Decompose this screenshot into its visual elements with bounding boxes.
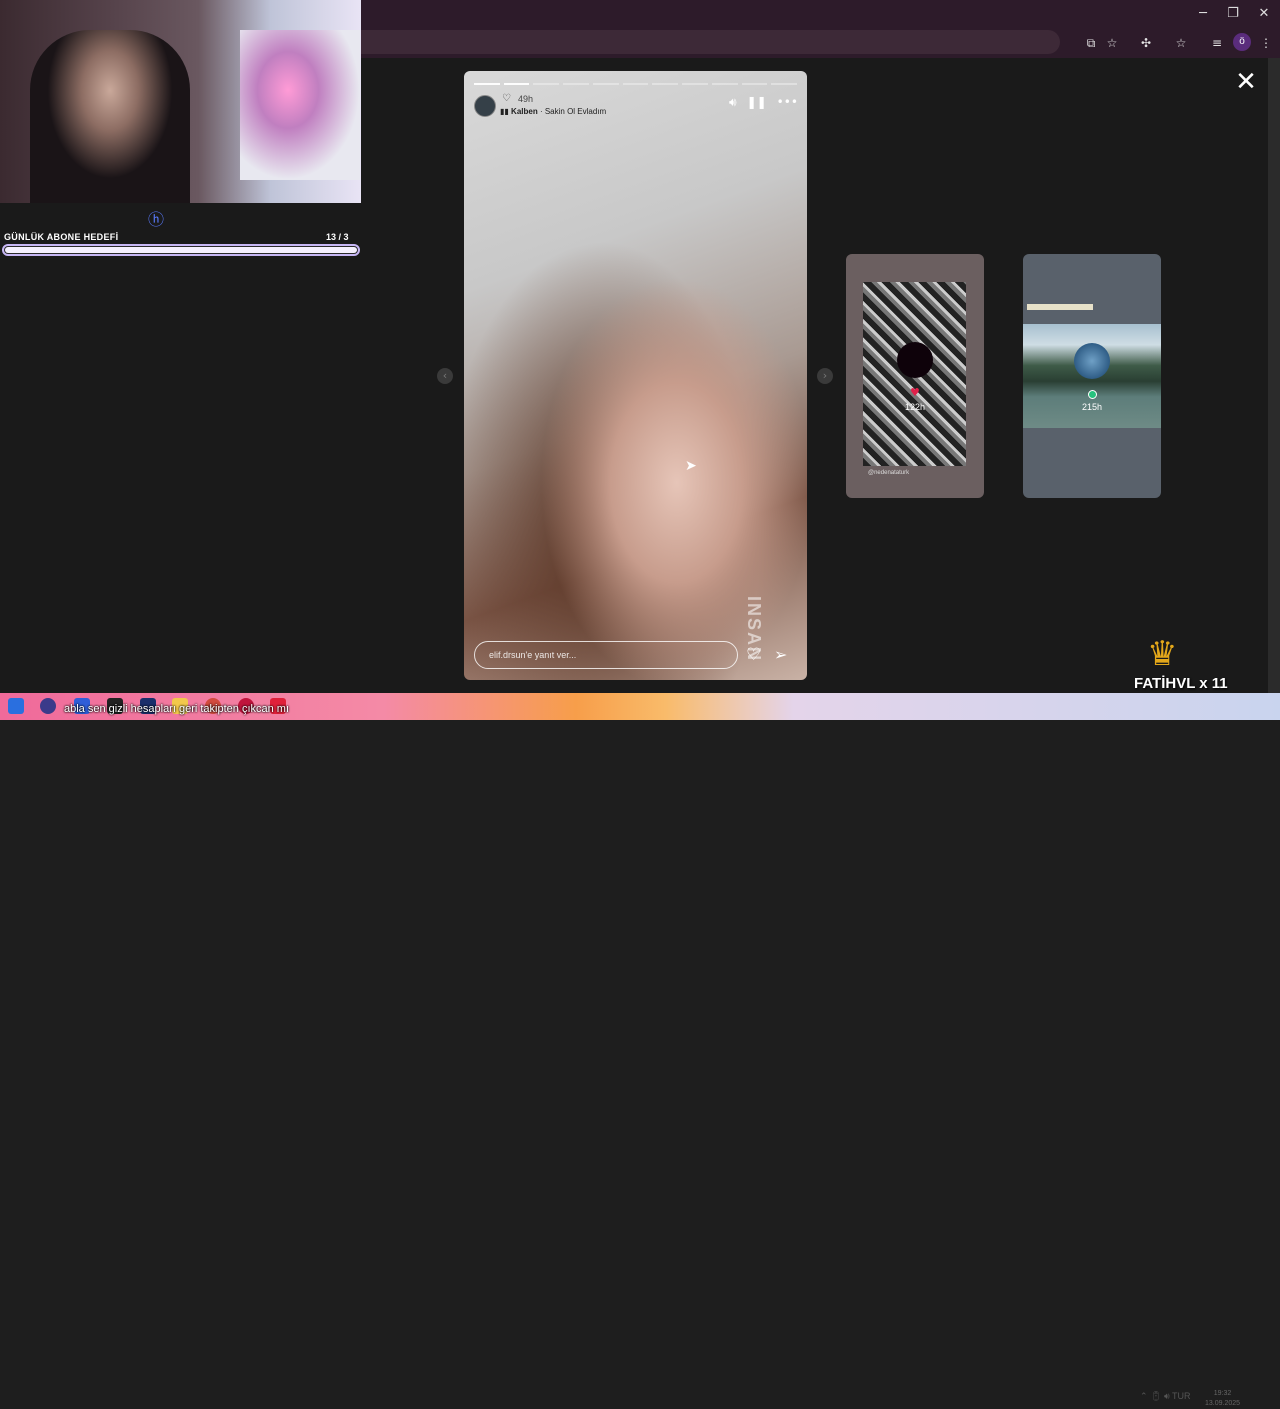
story-progress-segment [771, 83, 798, 85]
preview-banner [1027, 304, 1093, 310]
story-progress-bar [474, 83, 798, 85]
story-progress-segment [682, 83, 708, 85]
system-clock[interactable]: 19:32 13.09.2025 [1205, 1389, 1240, 1409]
profile-avatar[interactable]: ö [1233, 33, 1251, 51]
story-progress-segment [592, 83, 619, 85]
minimize-button[interactable]: ─ [1188, 4, 1218, 24]
story-author-avatar[interactable] [474, 95, 496, 117]
scrollbar[interactable] [1268, 58, 1280, 693]
webcam-background-pc [240, 30, 360, 180]
tray-language: TUR [1171, 1391, 1191, 1401]
clock-date: 13.09.2025 [1205, 1400, 1241, 1407]
mouse-cursor-icon: ➤ [685, 458, 697, 474]
music-song: · Sakin Ol Evladım [537, 107, 607, 116]
next-story-preview[interactable]: 215h [1023, 254, 1161, 498]
crown-icon: ♛ [1147, 634, 1178, 674]
online-dot-icon [1088, 390, 1097, 399]
story-progress-segment [533, 83, 560, 85]
clock-time: 19:32 [1213, 1390, 1232, 1397]
story-card[interactable]: ♡ 49h ▮▮ Kalben · Sakin Ol Evladım 🔊︎ ❚❚… [464, 71, 807, 680]
preview-avatar [1074, 343, 1110, 379]
volume-icon[interactable]: 🔊︎ [729, 95, 737, 110]
goal-logo-icon: ⓗ [147, 210, 164, 229]
search-icon[interactable] [40, 698, 56, 714]
story-progress-segment [711, 83, 738, 85]
media-icon[interactable]: ≡ [1208, 34, 1226, 52]
story-progress-segment [503, 83, 530, 85]
more-options-icon[interactable]: ••• [777, 95, 798, 110]
close-window-button[interactable]: ✕ [1249, 4, 1279, 24]
address-field[interactable] [340, 30, 1060, 54]
start-icon[interactable] [8, 698, 24, 714]
music-icon: ▮▮ [500, 107, 509, 116]
preview-handle: @nedenataturk [868, 470, 910, 476]
star-icon[interactable]: ☆ [1103, 34, 1121, 52]
webcam-feed [0, 0, 361, 203]
music-artist: Kalben [511, 107, 538, 116]
goal-count: 13 / 3 [326, 232, 349, 242]
goal-progress-fill [5, 247, 357, 253]
goal-label: GÜNLÜK ABONE HEDEFİ [4, 232, 119, 242]
previous-story-arrow[interactable]: ‹ [437, 368, 453, 384]
preview-time: 215h [1081, 402, 1103, 412]
story-progress-segment [741, 83, 768, 85]
heart-icon: ♡ [502, 93, 511, 104]
story-progress-segment [652, 83, 679, 85]
menu-icon[interactable]: ⋮ [1257, 34, 1275, 52]
webcam-person [30, 30, 190, 203]
story-progress-segment [474, 83, 500, 85]
restore-button[interactable]: ❐ [1218, 4, 1248, 24]
story-progress-segment [622, 83, 649, 85]
heart-icon: ♥ [910, 386, 920, 399]
extensions-icon[interactable]: ✣ [1137, 34, 1155, 52]
send-icon[interactable]: ➢ [774, 645, 787, 664]
story-controls: 🔊︎ ❚❚ ••• [729, 95, 798, 110]
story-reply-input[interactable]: elif.drsun'e yanıt ver... [474, 641, 738, 669]
story-progress-segment [563, 83, 589, 85]
preview-time: 122h [904, 402, 926, 412]
pause-icon[interactable]: ❚❚ [747, 95, 767, 110]
preview-avatar [897, 342, 933, 378]
install-icon[interactable]: ⧉ [1082, 34, 1100, 52]
next-story-arrow[interactable]: › [817, 368, 833, 384]
story-music-tag[interactable]: ▮▮ Kalben · Sakin Ol Evladım [500, 107, 606, 116]
stream-chat-message: abla sen gizli hesapları geri takipten ç… [64, 703, 290, 715]
system-tray[interactable]: ⌃ 🔋︎ 🔊︎ TUR [1140, 1391, 1190, 1402]
story-time: 49h [518, 94, 534, 104]
next-story-preview[interactable]: ♥ 122h @nedenataturk [846, 254, 984, 498]
sub-counter-label: FATİHVL x 11 [1134, 675, 1228, 692]
bookmark-icon[interactable]: ☆ [1172, 34, 1190, 52]
close-viewer-button[interactable]: ✕ [1232, 68, 1260, 96]
goal-progress-bar [2, 244, 360, 256]
like-icon[interactable]: ♡ [746, 645, 761, 665]
